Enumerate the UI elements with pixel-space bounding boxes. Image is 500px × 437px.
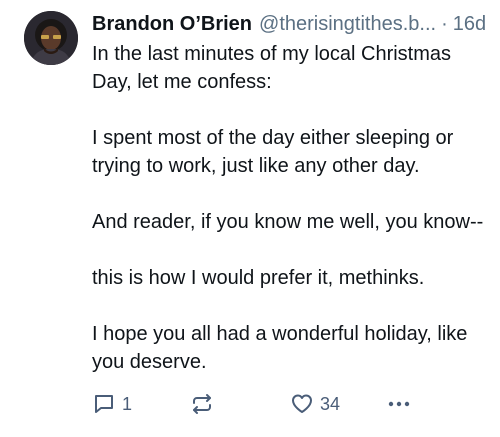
post-actions: 1 34	[92, 390, 412, 418]
post-age[interactable]: 16d	[453, 10, 486, 38]
reply-count: 1	[122, 393, 133, 414]
repost-icon	[190, 392, 214, 416]
more-options-button[interactable]	[386, 390, 412, 418]
like-count: 34	[320, 393, 341, 414]
reply-icon	[92, 392, 116, 416]
post-header: Brandon O’Brien @therisingtithes.b... · …	[92, 10, 488, 38]
reply-button[interactable]: 1	[92, 390, 132, 418]
separator-dot: ·	[441, 13, 448, 35]
like-button[interactable]: 34	[290, 390, 340, 418]
repost-button[interactable]	[190, 390, 214, 418]
heart-icon	[290, 392, 314, 416]
author-display-name[interactable]: Brandon O’Brien	[92, 10, 252, 38]
post-text: In the last minutes of my local Christma…	[92, 40, 488, 376]
post-paragraph: And reader, if you know me well, you kno…	[92, 211, 484, 233]
avatar[interactable]	[24, 11, 78, 65]
post-paragraph: this is how I would prefer it, methinks.	[92, 267, 425, 289]
post-paragraph: In the last minutes of my local Christma…	[92, 43, 452, 93]
post-paragraph: I hope you all had a wonderful holiday, …	[92, 323, 468, 373]
post[interactable]: Brandon O’Brien @therisingtithes.b... · …	[0, 0, 500, 437]
post-paragraph: I spent most of the day either sleeping …	[92, 127, 454, 177]
author-handle[interactable]: @therisingtithes.b...	[259, 10, 436, 38]
more-options-icon	[386, 392, 412, 416]
avatar-image	[24, 11, 78, 65]
post-content: Brandon O’Brien @therisingtithes.b... · …	[92, 10, 488, 376]
